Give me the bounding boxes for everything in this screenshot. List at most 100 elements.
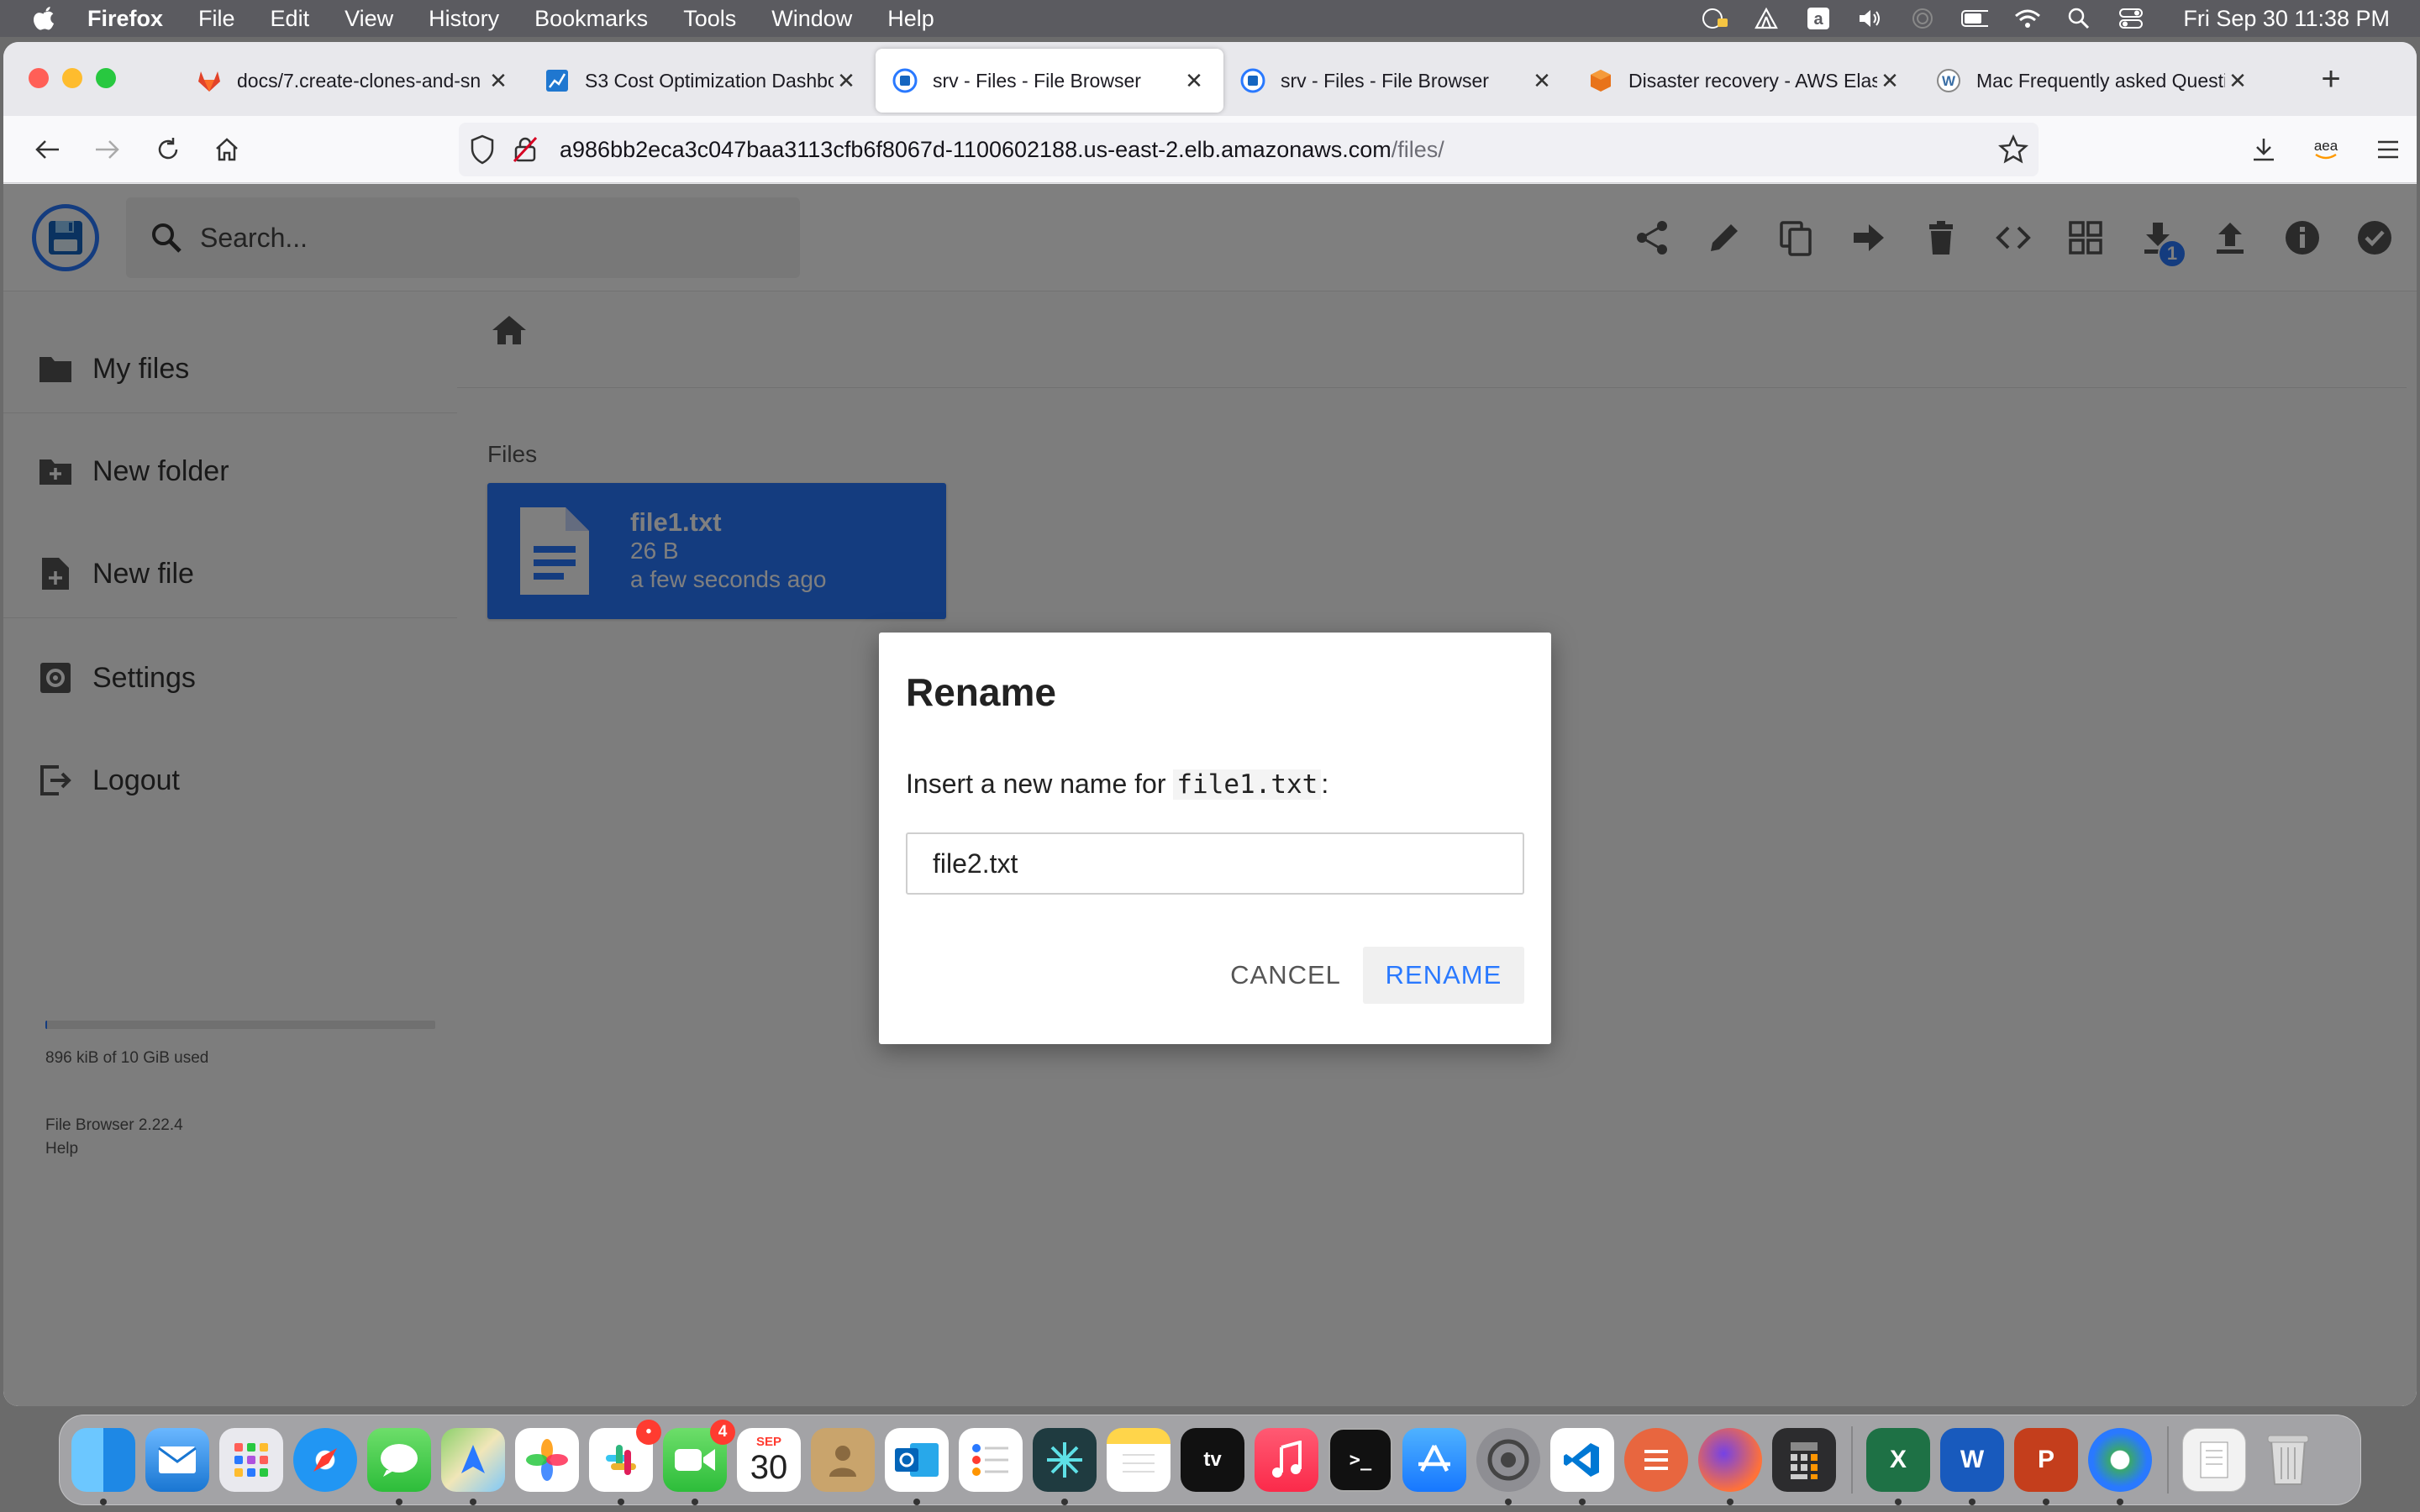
back-arrow-icon[interactable] [29, 131, 66, 168]
maps-icon[interactable] [441, 1428, 505, 1505]
calculator-icon[interactable] [1772, 1428, 1836, 1492]
menu-bookmarks[interactable]: Bookmarks [534, 6, 648, 32]
battery-icon[interactable] [1961, 7, 1989, 30]
address-bar[interactable]: a986bb2eca3c047baa3113cfb6f8067d-1100602… [459, 123, 2039, 176]
visual-studio-code-icon[interactable] [1550, 1428, 1614, 1505]
volume-icon[interactable] [1857, 7, 1884, 30]
finder-icon[interactable] [71, 1428, 135, 1505]
tab-title: Disaster recovery - AWS Elas [1628, 69, 1877, 92]
menu-clock[interactable]: Fri Sep 30 11:38 PM [2183, 6, 2390, 32]
file-browser-page: 1 My files New folder New file Settin [3, 184, 2417, 1406]
wifi-icon[interactable] [2013, 7, 2041, 30]
hamburger-menu-icon[interactable] [2370, 131, 2407, 168]
calendar-icon[interactable]: SEP 30 [737, 1428, 801, 1492]
bookmark-star-icon[interactable] [1997, 134, 2029, 171]
url-host: a986bb2eca3c047baa3113cfb6f8067d-1100602… [560, 136, 1392, 162]
window-close-button[interactable] [29, 68, 49, 88]
menu-help[interactable]: Help [887, 6, 934, 32]
svg-text:aea: aea [2314, 138, 2338, 154]
apple-tv-icon[interactable]: tv [1181, 1428, 1244, 1492]
menu-file[interactable]: File [198, 6, 235, 32]
dock-separator [1851, 1426, 1853, 1494]
rename-button[interactable]: RENAME [1363, 947, 1524, 1004]
apple-menu-icon[interactable] [32, 5, 62, 32]
system-preferences-icon[interactable] [1476, 1428, 1540, 1505]
downloads-icon[interactable] [2245, 131, 2282, 168]
new-tab-plus-icon[interactable]: + [2312, 60, 2349, 98]
slack-notification-badge: • [636, 1420, 661, 1445]
app-store-icon[interactable] [1402, 1428, 1466, 1492]
reload-icon[interactable] [150, 131, 187, 168]
macos-dock: • 4 SEP 30 tv >_ X W P [59, 1415, 2361, 1505]
menu-app-name[interactable]: Firefox [87, 6, 163, 32]
menu-edit[interactable]: Edit [271, 6, 310, 32]
menu-window[interactable]: Window [771, 6, 852, 32]
menu-history[interactable]: History [429, 6, 499, 32]
tab-gitlab-docs[interactable]: docs/7.create-clones-and-sn ✕ [180, 49, 528, 113]
menu-tools[interactable]: Tools [683, 6, 736, 32]
tab-close-icon[interactable]: ✕ [834, 68, 859, 94]
tab-title: docs/7.create-clones-and-sn [237, 69, 481, 92]
filebrowser-icon [1240, 68, 1265, 93]
documents-stack-icon[interactable] [2182, 1428, 2246, 1492]
mail-icon[interactable] [145, 1428, 209, 1492]
tab-list: docs/7.create-clones-and-sn ✕ S3 Cost Op… [180, 49, 2267, 113]
wordpress-icon: W [1936, 68, 1961, 93]
powerpoint-icon[interactable]: P [2014, 1428, 2078, 1505]
control-center-icon[interactable] [2118, 7, 2144, 30]
tab-close-icon[interactable]: ✕ [486, 68, 511, 94]
tab-file-browser[interactable]: srv - Files - File Browser ✕ [1223, 49, 1571, 113]
fingerprint-icon[interactable] [1909, 7, 1936, 30]
sublime-icon[interactable] [1624, 1428, 1688, 1492]
shield-icon[interactable] [469, 134, 496, 171]
tab-close-icon[interactable]: ✕ [1529, 68, 1555, 94]
dialog-prompt-prefix: Insert a new name for [906, 769, 1174, 799]
outlook-icon[interactable] [885, 1428, 949, 1505]
firefox-icon[interactable] [1698, 1428, 1762, 1505]
insecure-lock-icon[interactable] [513, 136, 538, 169]
tab-close-icon[interactable]: ✕ [1877, 68, 1902, 94]
macos-menu-bar: Firefox File Edit View History Bookmarks… [0, 0, 2420, 37]
tab-s3-dashboard[interactable]: S3 Cost Optimization Dashbo ✕ [528, 49, 876, 113]
safari-icon[interactable] [293, 1428, 357, 1492]
tab-mac-faq[interactable]: W Mac Frequently asked Questi ✕ [1919, 49, 2267, 113]
rename-input[interactable] [906, 832, 1524, 895]
calendar-day: 30 [750, 1449, 788, 1486]
rename-dialog: Rename Insert a new name for file1.txt: … [879, 633, 1551, 1044]
menu-view[interactable]: View [345, 6, 393, 32]
forward-arrow-icon[interactable] [89, 131, 126, 168]
terminal-icon[interactable]: >_ [1328, 1428, 1392, 1492]
facetime-icon[interactable]: 4 [663, 1420, 735, 1505]
notes-icon[interactable] [1107, 1428, 1171, 1492]
perplexity-icon[interactable] [1033, 1428, 1097, 1505]
excel-icon[interactable]: X [1866, 1428, 1930, 1505]
network-icon[interactable] [2088, 1428, 2152, 1505]
tab-aws-disaster-recovery[interactable]: Disaster recovery - AWS Elas ✕ [1571, 49, 1919, 113]
vpn-lock-icon[interactable] [1701, 7, 1728, 30]
music-icon[interactable] [1255, 1428, 1318, 1492]
amazon-assistant-icon[interactable]: aea [2307, 131, 2344, 168]
slack-icon[interactable]: • [589, 1420, 661, 1505]
tent-icon[interactable] [1753, 7, 1780, 30]
trash-icon[interactable] [2256, 1428, 2320, 1492]
tab-file-browser-active[interactable]: srv - Files - File Browser ✕ [876, 49, 1223, 113]
url-path: /files/ [1391, 136, 1444, 162]
dock-separator [2167, 1426, 2169, 1494]
status-area: a Fri Sep 30 11:38 PM [1701, 0, 2390, 37]
window-minimize-button[interactable] [62, 68, 82, 88]
cancel-button[interactable]: CANCEL [1230, 947, 1340, 1004]
contacts-icon[interactable] [811, 1428, 875, 1492]
dialog-prompt-suffix: : [1321, 769, 1329, 799]
window-zoom-button[interactable] [96, 68, 116, 88]
spotlight-search-icon[interactable] [2065, 7, 2092, 30]
photos-icon[interactable] [515, 1428, 579, 1492]
launchpad-icon[interactable] [219, 1428, 283, 1492]
word-icon[interactable]: W [1940, 1428, 2004, 1505]
messages-icon[interactable] [367, 1428, 431, 1505]
navigation-toolbar: a986bb2eca3c047baa3113cfb6f8067d-1100602… [3, 116, 2417, 183]
tab-close-icon[interactable]: ✕ [2225, 68, 2250, 94]
home-icon[interactable] [208, 131, 245, 168]
reminders-icon[interactable] [959, 1428, 1023, 1492]
amazon-icon[interactable]: a [1805, 7, 1832, 30]
tab-close-icon[interactable]: ✕ [1181, 68, 1207, 94]
